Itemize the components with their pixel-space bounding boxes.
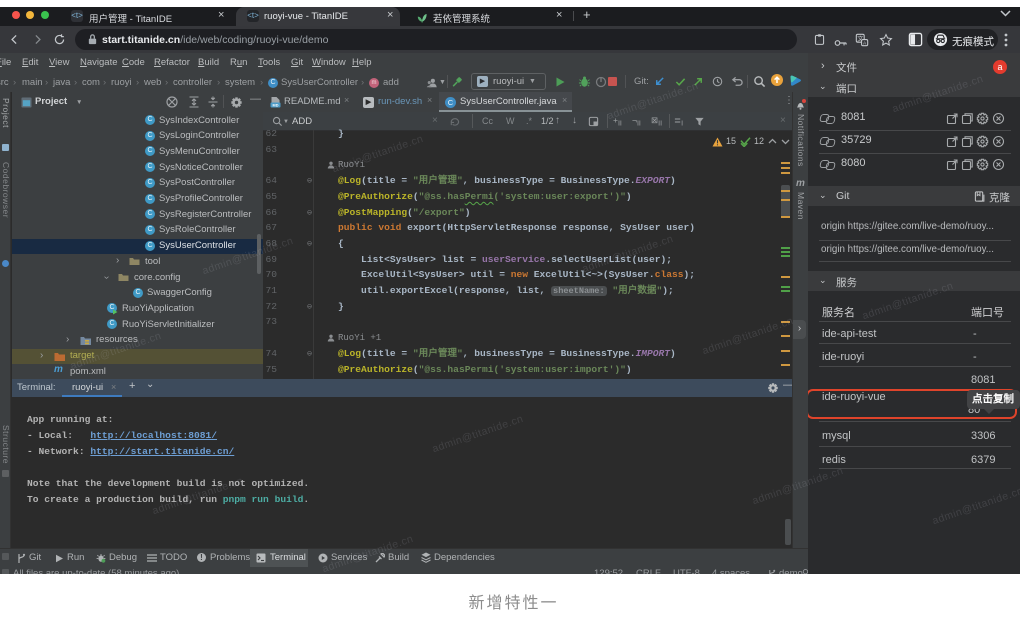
svg-text:MD: MD (273, 104, 279, 108)
